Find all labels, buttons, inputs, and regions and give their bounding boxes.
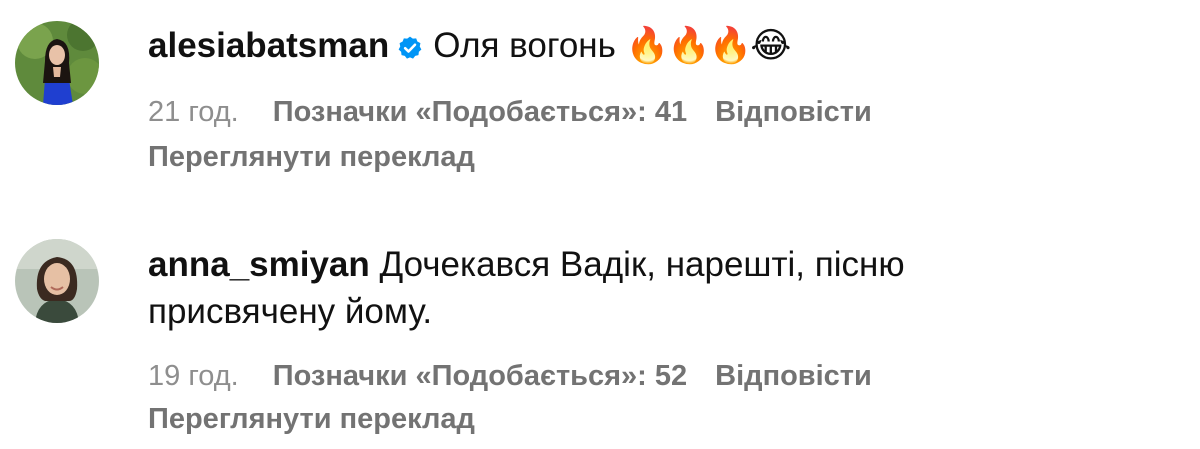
avatar-image — [15, 239, 99, 323]
comment-username[interactable]: alesiabatsman — [148, 26, 389, 65]
comment-item: alesiabatsman Оля вогонь 🔥🔥🔥😂 21 год. Позн… — [0, 0, 1200, 200]
see-translation-button[interactable]: Переглянути переклад — [148, 139, 475, 175]
avatar-image — [15, 21, 99, 105]
comment-time[interactable]: 19 год. — [148, 360, 239, 392]
reply-button[interactable]: Відповісти — [715, 360, 872, 392]
see-translation-button[interactable]: Переглянути переклад — [148, 401, 475, 437]
comment-time[interactable]: 21 год. — [148, 96, 239, 128]
avatar[interactable] — [15, 21, 99, 105]
likes-count-link[interactable]: Позначки «Подобається»: 52 — [273, 360, 687, 392]
comment-text: Оля вогонь — [433, 26, 626, 65]
comment-body: alesiabatsman Оля вогонь 🔥🔥🔥😂 — [148, 22, 1180, 73]
comment-username[interactable]: anna_smiyan — [148, 245, 370, 284]
reply-button[interactable]: Відповісти — [715, 96, 872, 128]
comment-body: anna_smiyan Дочекався Вадік, нарешті, пі… — [148, 241, 1008, 335]
comment-meta: 19 год. Позначки «Подобається»: 52 Відпові… — [148, 358, 900, 394]
comment-emojis: 🔥🔥🔥😂 — [625, 26, 792, 65]
comment-item: anna_smiyan Дочекався Вадік, нарешті, пі… — [0, 200, 1200, 449]
verified-badge-icon — [397, 26, 423, 73]
likes-count-link[interactable]: Позначки «Подобається»: 41 — [273, 96, 687, 128]
avatar[interactable] — [15, 239, 99, 323]
comment-meta: 21 год. Позначки «Подобається»: 41 Відпові… — [148, 94, 900, 130]
